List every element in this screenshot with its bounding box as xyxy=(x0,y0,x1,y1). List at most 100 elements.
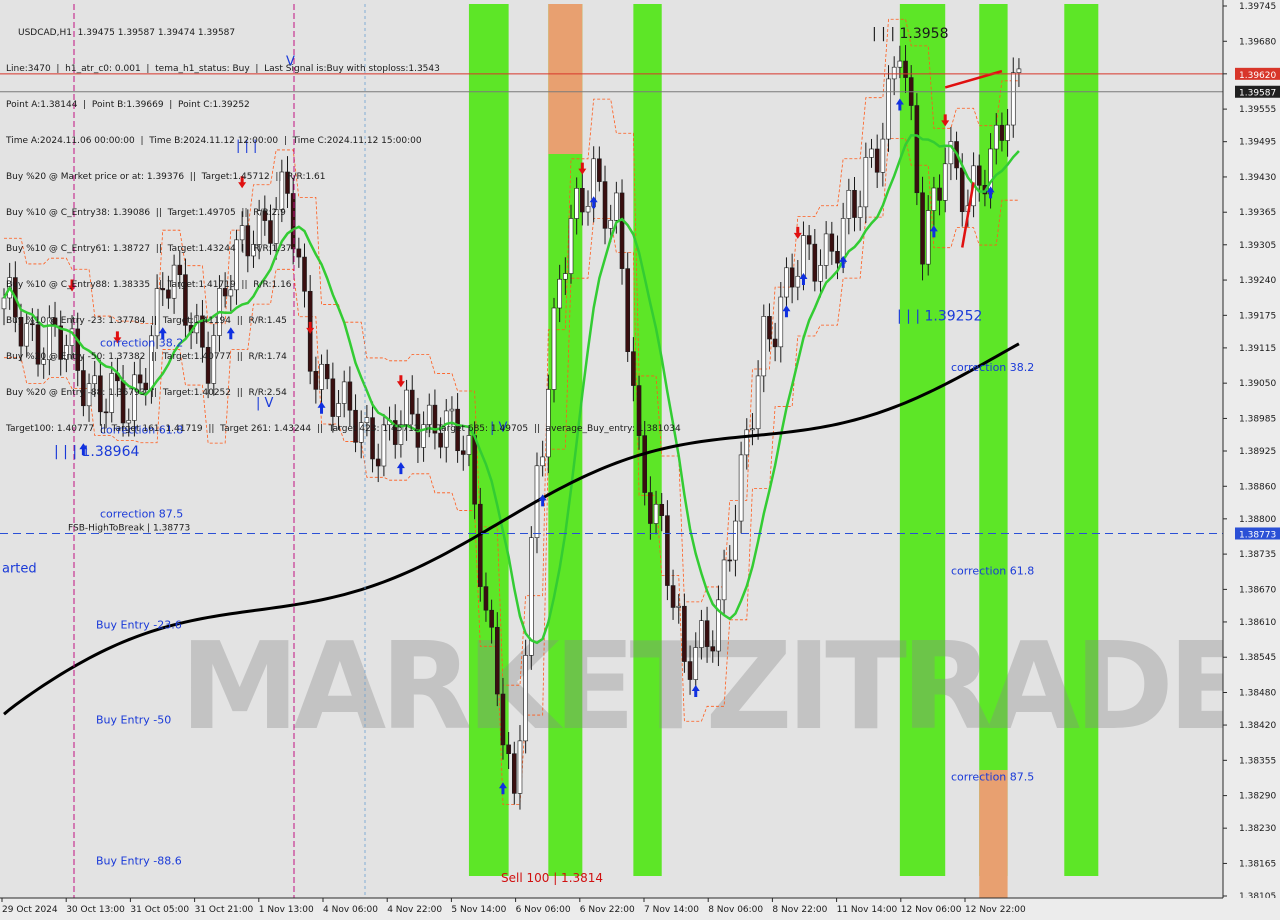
info-line: Buy %10 @ C_Entry88: 1.38335 || Target:1… xyxy=(6,280,292,290)
bear-candle xyxy=(852,189,857,218)
price-tag-label: 1.39620 xyxy=(1239,71,1276,81)
price-tick-label: 1.38925 xyxy=(1239,447,1276,457)
price-tick-label: 1.38670 xyxy=(1239,585,1276,595)
bull-candle xyxy=(1010,72,1016,126)
bull-candle xyxy=(676,605,682,608)
price-tag-label: 1.38773 xyxy=(1239,530,1276,540)
bull-candle xyxy=(517,740,523,794)
bull-candle xyxy=(795,275,801,288)
info-line: Buy %20 @ Market price or at: 1.39376 ||… xyxy=(6,172,326,182)
wave-label: arted xyxy=(2,562,37,577)
watermark: MARKETZITRADE xyxy=(180,618,1244,757)
bear-candle xyxy=(665,515,670,586)
bull-candle xyxy=(886,78,891,140)
price-tick-label: 1.38420 xyxy=(1239,721,1276,731)
price-tick-label: 1.39115 xyxy=(1239,344,1276,354)
bear-candle xyxy=(903,60,908,78)
price-tick-label: 1.38545 xyxy=(1239,653,1276,663)
fib-level-label: correction 87.5 xyxy=(951,771,1034,784)
bear-candle xyxy=(937,187,942,201)
bear-candle xyxy=(812,243,818,282)
bull-candle xyxy=(818,265,823,282)
bull-candle xyxy=(801,235,806,277)
time-tick-label: 31 Oct 21:00 xyxy=(195,905,254,915)
bull-candle xyxy=(931,187,937,211)
wave-label: Sell 100 | 1.3814 xyxy=(501,871,603,885)
price-tick-label: 1.38985 xyxy=(1239,414,1276,424)
bear-candle xyxy=(999,124,1005,141)
bull-candle xyxy=(733,520,738,561)
bear-candle xyxy=(959,167,965,213)
time-tick-label: 6 Nov 22:00 xyxy=(580,905,635,915)
info-line: Buy %20 @ Entry -88: 1.36793 || Target:1… xyxy=(6,388,287,398)
bull-candle xyxy=(693,647,699,680)
time-tick-label: 4 Nov 06:00 xyxy=(323,905,378,915)
price-tick-label: 1.38230 xyxy=(1239,824,1276,834)
symbol-header: USDCAD,H1 1.39475 1.39587 1.39474 1.3958… xyxy=(18,28,236,38)
bear-candle xyxy=(483,586,489,611)
wave-label: | | | 1.3958 xyxy=(872,26,949,42)
bull-candle xyxy=(778,296,784,348)
bear-candle xyxy=(670,585,676,608)
bull-candle xyxy=(761,316,767,377)
time-axis xyxy=(0,898,1280,920)
price-tick-label: 1.39305 xyxy=(1239,241,1276,251)
bear-candle xyxy=(682,605,687,662)
price-tick-label: 1.38800 xyxy=(1239,515,1276,525)
time-tick-label: 29 Oct 2024 xyxy=(2,905,58,915)
bull-candle xyxy=(869,148,874,158)
info-line: Time A:2024.11.06 00:00:00 | Time B:2024… xyxy=(6,136,422,146)
time-tick-label: 8 Nov 06:00 xyxy=(708,905,763,915)
bear-candle xyxy=(648,492,653,524)
price-tick-label: 1.38290 xyxy=(1239,792,1276,802)
bear-candle xyxy=(489,609,494,628)
bear-candle xyxy=(659,503,665,516)
chart-window[interactable]: MARKETZITRADE FSB-HighToBreak | 1.38773 co… xyxy=(0,0,1280,920)
wave-label: | | | 1.39252 xyxy=(897,308,982,324)
bear-candle xyxy=(874,148,880,173)
bear-candle xyxy=(710,646,716,652)
bear-candle xyxy=(727,559,733,562)
bear-candle xyxy=(687,661,693,680)
bear-candle xyxy=(511,753,517,794)
bear-candle xyxy=(704,620,710,647)
bear-candle xyxy=(477,503,483,587)
bear-candle xyxy=(914,105,920,194)
bear-candle xyxy=(835,251,840,264)
price-tick-label: 1.39050 xyxy=(1239,379,1276,389)
fib-level-label: correction 87.5 xyxy=(100,507,183,520)
time-tick-label: 11 Nov 14:00 xyxy=(837,905,898,915)
price-tick-label: 1.38610 xyxy=(1239,618,1276,628)
info-line: Line:3470 | h1_atr_c0: 0.001 | tema_h1_s… xyxy=(6,64,440,74)
price-tick-label: 1.39555 xyxy=(1239,105,1276,115)
bull-candle xyxy=(744,429,750,456)
bear-candle xyxy=(375,458,381,467)
bull-candle xyxy=(857,206,863,218)
time-tick-label: 6 Nov 06:00 xyxy=(516,905,571,915)
bear-candle xyxy=(767,316,772,340)
price-tick-label: 1.38480 xyxy=(1239,688,1276,698)
bear-candle xyxy=(976,165,982,186)
bull-candle xyxy=(1016,68,1022,73)
bull-candle xyxy=(942,163,948,201)
bull-candle xyxy=(784,267,789,298)
bull-candle xyxy=(863,157,869,208)
fib-level-label: Buy Entry -23.6 xyxy=(96,619,182,632)
price-level-label: FSB-HighToBreak | 1.38773 xyxy=(68,523,190,533)
time-tick-label: 4 Nov 22:00 xyxy=(387,905,442,915)
bull-candle xyxy=(1005,124,1010,141)
info-line: Buy %20 @ Entry -50: 1.37382 || Target:1… xyxy=(6,352,287,362)
bull-candle xyxy=(750,428,755,431)
bull-candle xyxy=(993,124,999,150)
bull-candle xyxy=(891,66,897,80)
bull-candle xyxy=(925,210,931,265)
time-tick-label: 30 Oct 13:00 xyxy=(66,905,125,915)
info-panel: USDCAD,H1 1.39475 1.39587 1.39474 1.3958… xyxy=(6,3,681,459)
bull-candle xyxy=(738,454,744,522)
price-tick-label: 1.38860 xyxy=(1239,482,1276,492)
time-tick-label: 7 Nov 14:00 xyxy=(644,905,699,915)
bull-candle xyxy=(823,233,829,266)
signal-band xyxy=(979,770,1008,898)
time-tick-label: 12 Nov 22:00 xyxy=(965,905,1026,915)
price-tick-label: 1.39175 xyxy=(1239,311,1276,321)
